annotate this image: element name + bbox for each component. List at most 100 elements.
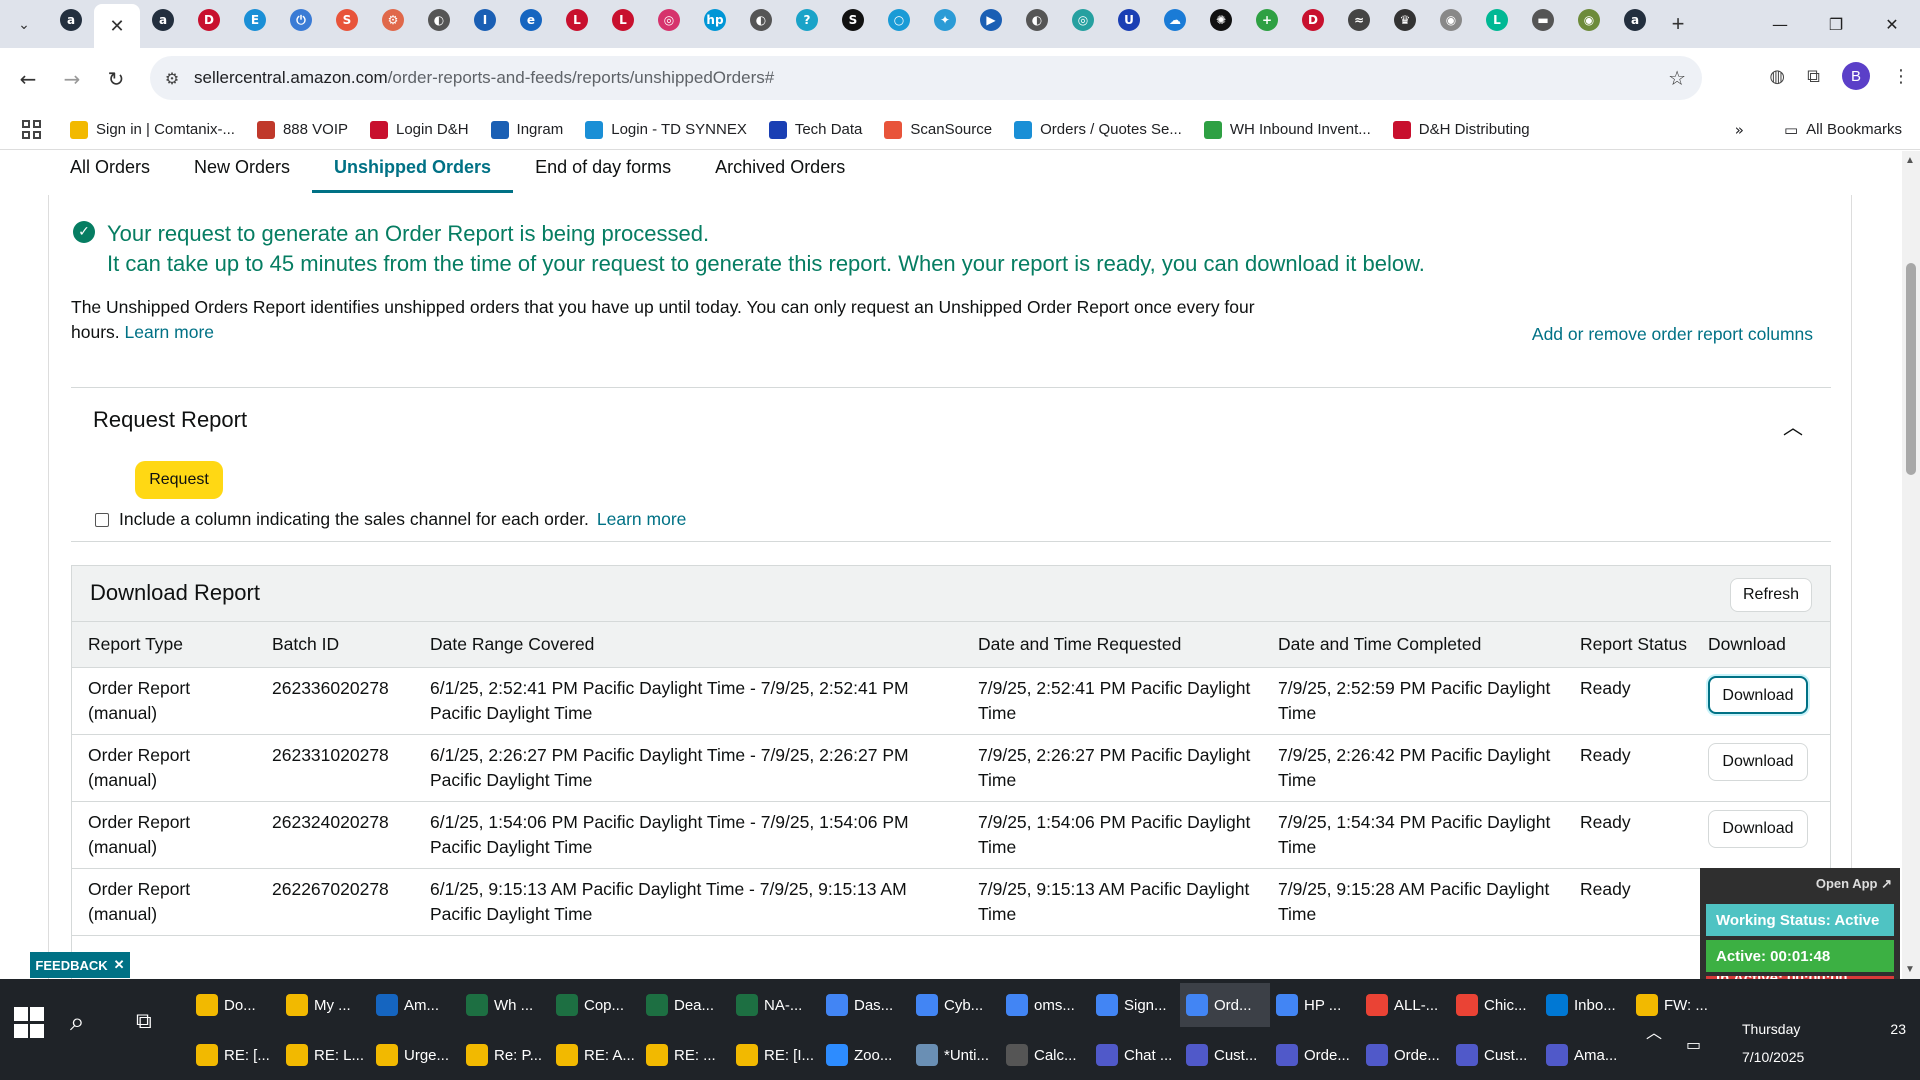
tab-new-orders[interactable]: New Orders	[172, 151, 312, 193]
taskbar-app[interactable]: Dea...	[640, 983, 730, 1027]
taskbar-app[interactable]: Am...	[370, 983, 460, 1027]
bookmark-item[interactable]: Tech Data	[768, 120, 862, 139]
browser-tab[interactable]: ✺	[1198, 0, 1244, 40]
taskbar-app[interactable]: Calc...	[1000, 1033, 1090, 1077]
bookmark-item[interactable]: Ingram	[490, 120, 563, 139]
taskbar-app[interactable]: Chic...	[1450, 983, 1540, 1027]
browser-tab[interactable]: ◎	[646, 0, 692, 40]
browser-tab[interactable]: L	[554, 0, 600, 40]
apps-grid-icon[interactable]	[22, 119, 42, 140]
browser-tab[interactable]: ♛	[1382, 0, 1428, 40]
taskbar-app[interactable]: ALL-...	[1360, 983, 1450, 1027]
browser-tab[interactable]: ◐	[1014, 0, 1060, 40]
search-icon[interactable]: ⌕	[70, 1007, 85, 1038]
learn-more-link[interactable]: Learn more	[597, 509, 687, 530]
display-icon[interactable]: ▭	[1686, 1035, 1701, 1054]
taskbar-app[interactable]: Cyb...	[910, 983, 1000, 1027]
taskbar-app[interactable]: Do...	[190, 983, 280, 1027]
browser-tab[interactable]: a	[1612, 0, 1658, 40]
browser-tab[interactable]: D	[186, 0, 232, 40]
minimize-icon[interactable]: —	[1752, 0, 1808, 48]
bookmark-item[interactable]: WH Inbound Invent...	[1203, 120, 1371, 139]
translate-icon[interactable]: ◍	[1769, 66, 1785, 87]
browser-tab[interactable]: ◐	[738, 0, 784, 40]
add-remove-columns-link[interactable]: Add or remove order report columns	[1532, 324, 1813, 345]
browser-tab[interactable]: +	[1244, 0, 1290, 40]
url-bar[interactable]: ⚙ sellercentral.amazon.com/order-reports…	[150, 56, 1702, 100]
browser-tab[interactable]: a	[48, 0, 94, 40]
taskbar-app[interactable]: RE: [I...	[730, 1033, 820, 1077]
taskbar-app[interactable]: Zoo...	[820, 1033, 910, 1077]
browser-tab[interactable]: ▬	[1520, 0, 1566, 40]
sales-channel-checkbox[interactable]	[95, 512, 109, 527]
tab-end-of-day-forms[interactable]: End of day forms	[513, 151, 693, 193]
browser-tab[interactable]: E	[232, 0, 278, 40]
bookmark-item[interactable]: 888 VOIP	[256, 120, 348, 139]
scroll-up-icon[interactable]: ▲	[1905, 155, 1915, 166]
bookmark-item[interactable]: Login - TD SYNNEX	[585, 120, 747, 139]
taskbar-app[interactable]: Orde...	[1360, 1033, 1450, 1077]
browser-tab[interactable]: I	[462, 0, 508, 40]
browser-tab[interactable]: hp	[692, 0, 738, 40]
browser-tab[interactable]: ◉	[1428, 0, 1474, 40]
bookmark-item[interactable]: D&H Distributing	[1392, 120, 1530, 139]
taskbar-app[interactable]: Cop...	[550, 983, 640, 1027]
tab-search-chevron-icon[interactable]: ⌄	[0, 0, 48, 48]
browser-tab[interactable]: ≈	[1336, 0, 1382, 40]
taskbar-app[interactable]: RE: A...	[550, 1033, 640, 1077]
bookmark-star-icon[interactable]: ☆	[1668, 66, 1686, 90]
clock-date[interactable]: 7/10/2025	[1742, 1049, 1804, 1065]
taskbar-app[interactable]: Wh ...	[460, 983, 550, 1027]
notifications-icon[interactable]: 23	[1890, 1021, 1906, 1037]
download-button[interactable]: Download	[1708, 743, 1808, 781]
taskbar-app[interactable]: RE: ...	[640, 1033, 730, 1077]
url-text[interactable]: sellercentral.amazon.com/order-reports-a…	[194, 68, 774, 88]
browser-tab[interactable]: ▶	[968, 0, 1014, 40]
taskbar-app[interactable]: Ord...	[1180, 983, 1270, 1027]
browser-tab[interactable]: ?	[784, 0, 830, 40]
new-tab-button[interactable]: +	[1658, 11, 1698, 37]
taskbar-app[interactable]: *Unti...	[910, 1033, 1000, 1077]
browser-tab[interactable]: L	[1474, 0, 1520, 40]
bookmark-item[interactable]: Orders / Quotes Se...	[1014, 120, 1182, 139]
taskbar-app[interactable]: Sign...	[1090, 983, 1180, 1027]
scrollbar-thumb[interactable]	[1906, 263, 1916, 475]
download-button[interactable]: Download	[1708, 810, 1808, 848]
browser-tab[interactable]: e	[508, 0, 554, 40]
browser-tab[interactable]: ○	[876, 0, 922, 40]
bookmark-item[interactable]: Sign in | Comtanix-...	[70, 120, 235, 139]
taskbar-app[interactable]: Chat ...	[1090, 1033, 1180, 1077]
tab-archived-orders[interactable]: Archived Orders	[693, 151, 867, 193]
browser-tab[interactable]: ◉	[1566, 0, 1612, 40]
restore-icon[interactable]: ❐	[1808, 0, 1864, 48]
request-button[interactable]: Request	[135, 461, 223, 499]
forward-icon[interactable]: →	[50, 67, 94, 91]
taskbar-app[interactable]: oms...	[1000, 983, 1090, 1027]
clock-day[interactable]: Thursday	[1742, 1021, 1800, 1037]
bookmark-item[interactable]: ScanSource	[884, 120, 992, 139]
browser-tab[interactable]: ⚙	[370, 0, 416, 40]
refresh-button[interactable]: Refresh	[1730, 578, 1812, 612]
browser-tab[interactable]: D	[1290, 0, 1336, 40]
browser-tab[interactable]: ⏻	[278, 0, 324, 40]
taskbar-app[interactable]: Das...	[820, 983, 910, 1027]
learn-more-link[interactable]: Learn more	[125, 322, 215, 342]
taskbar-app[interactable]: Inbo...	[1540, 983, 1630, 1027]
collapse-chevron-icon[interactable]: ︿	[1783, 411, 1803, 440]
taskbar-app[interactable]: Cust...	[1450, 1033, 1540, 1077]
windows-start-icon[interactable]	[10, 1003, 50, 1043]
taskbar-app[interactable]: Orde...	[1270, 1033, 1360, 1077]
feedback-button[interactable]: FEEDBACK ✕	[30, 952, 130, 978]
browser-tab[interactable]: L	[600, 0, 646, 40]
tray-overflow-icon[interactable]: ︿	[1646, 1019, 1662, 1043]
reload-icon[interactable]: ↻	[94, 67, 138, 91]
close-window-icon[interactable]: ✕	[1864, 0, 1920, 48]
extensions-icon[interactable]: ⧉	[1807, 66, 1820, 87]
taskbar-app[interactable]: Re: P...	[460, 1033, 550, 1077]
taskbar-app[interactable]: HP ...	[1270, 983, 1360, 1027]
taskbar-app[interactable]: Cust...	[1180, 1033, 1270, 1077]
tab-unshipped-orders[interactable]: Unshipped Orders	[312, 151, 514, 193]
taskbar-app[interactable]: My ...	[280, 983, 370, 1027]
browser-tab[interactable]: ☁	[1152, 0, 1198, 40]
browser-tab[interactable]: a	[140, 0, 186, 40]
